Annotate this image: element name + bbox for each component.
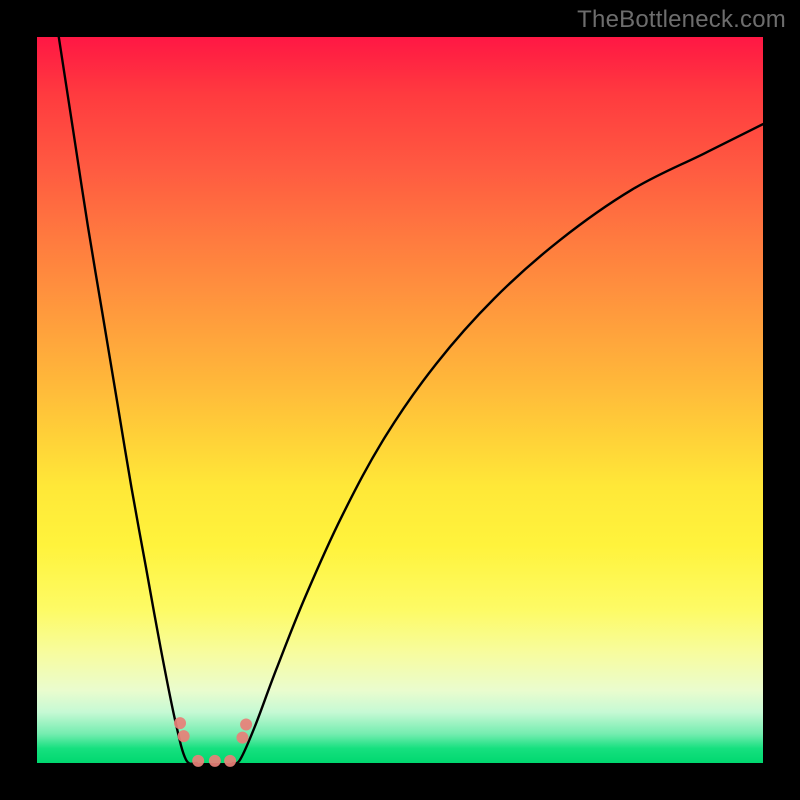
- chart-svg: [37, 37, 763, 763]
- marker-3: [209, 755, 220, 766]
- series-left-branch: [59, 37, 197, 764]
- watermark-text: TheBottleneck.com: [577, 6, 786, 34]
- marker-1: [178, 731, 189, 742]
- series-right-branch: [233, 124, 763, 763]
- marker-5: [237, 732, 248, 743]
- marker-6: [241, 719, 252, 730]
- plot-area: [37, 37, 763, 763]
- marker-0: [175, 718, 186, 729]
- marker-4: [225, 755, 236, 766]
- chart-frame: TheBottleneck.com: [0, 0, 800, 800]
- series-group: [59, 37, 763, 764]
- marker-2: [193, 755, 204, 766]
